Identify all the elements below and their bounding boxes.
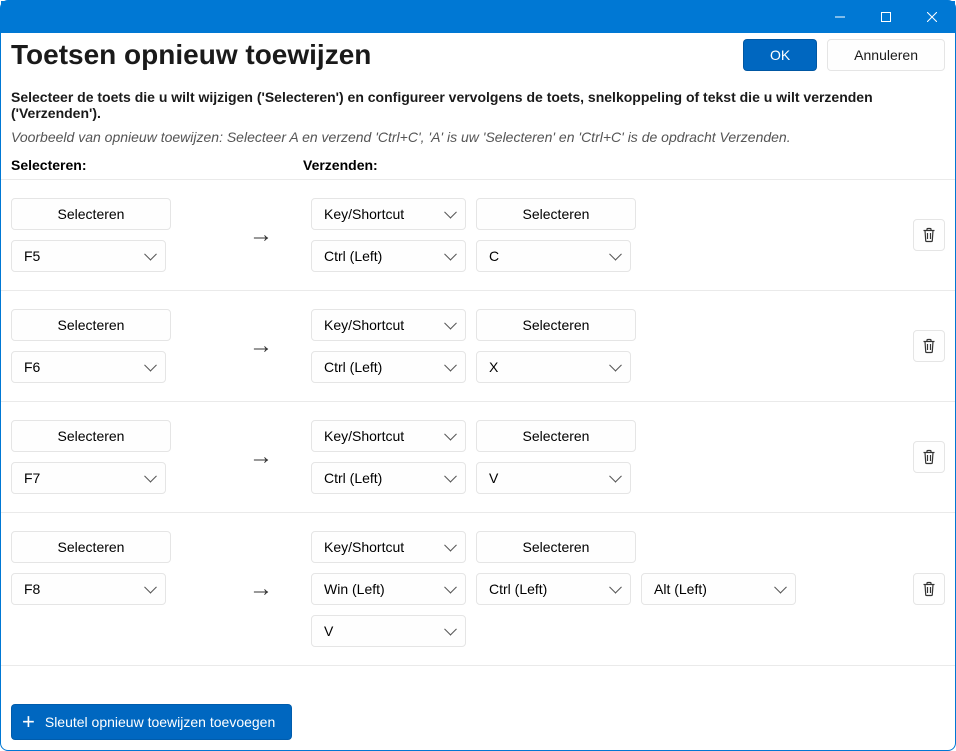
- select-key-button[interactable]: Selecteren: [11, 531, 171, 563]
- remap-select-column: Selecteren F7: [11, 420, 211, 494]
- send-top-row: Key/Shortcut Selecteren: [311, 531, 885, 563]
- send-top-row: Key/Shortcut Selecteren: [311, 309, 885, 341]
- remap-delete-column: [885, 330, 945, 362]
- arrow-icon: →: [211, 575, 311, 603]
- remap-select-column: Selecteren F5: [11, 198, 211, 272]
- instructions: Selecteer de toets die u wilt wijzigen (…: [1, 79, 955, 149]
- send-key-combo[interactable]: V: [311, 615, 466, 647]
- delete-remap-button[interactable]: [913, 219, 945, 251]
- remap-delete-column: [885, 219, 945, 251]
- remap-send-column: Key/Shortcut Selecteren Win (Left) Ctrl (Le…: [311, 531, 885, 647]
- remap-row: Selecteren F7 →Key/Shortcut Selecteren Ctrl …: [1, 401, 955, 512]
- send-keys-row: Ctrl (Left) X: [311, 351, 885, 383]
- send-key-combo[interactable]: Ctrl (Left): [476, 573, 631, 605]
- arrow-icon: →: [211, 221, 311, 249]
- close-button[interactable]: [909, 1, 955, 33]
- remap-send-column: Key/Shortcut Selecteren Ctrl (Left) C: [311, 198, 885, 272]
- send-select-shortcut-button[interactable]: Selecteren: [476, 531, 636, 563]
- column-headers: Selecteren: Verzenden:: [1, 149, 955, 179]
- send-select-shortcut-button[interactable]: Selecteren: [476, 198, 636, 230]
- send-keys-row: V: [311, 615, 885, 647]
- select-key-button[interactable]: Selecteren: [11, 420, 171, 452]
- dialog-footer: + Sleutel opnieuw toewijzen toevoegen: [1, 694, 955, 750]
- source-key-combo[interactable]: F6: [11, 351, 166, 383]
- send-key-combo[interactable]: V: [476, 462, 631, 494]
- remap-row: Selecteren F5 →Key/Shortcut Selecteren Ctrl …: [1, 179, 955, 290]
- select-key-button[interactable]: Selecteren: [11, 198, 171, 230]
- send-select-shortcut-button[interactable]: Selecteren: [476, 420, 636, 452]
- send-type-combo[interactable]: Key/Shortcut: [311, 198, 466, 230]
- trash-icon: [921, 581, 937, 597]
- dialog-title: Toetsen opnieuw toewijzen: [11, 39, 743, 71]
- send-select-shortcut-button[interactable]: Selecteren: [476, 309, 636, 341]
- source-key-combo[interactable]: F5: [11, 240, 166, 272]
- send-type-combo[interactable]: Key/Shortcut: [311, 420, 466, 452]
- maximize-button[interactable]: [863, 1, 909, 33]
- remap-delete-column: [885, 573, 945, 605]
- send-type-combo[interactable]: Key/Shortcut: [311, 309, 466, 341]
- remap-select-column: Selecteren F6: [11, 309, 211, 383]
- cancel-button[interactable]: Annuleren: [827, 39, 945, 71]
- remap-send-column: Key/Shortcut Selecteren Ctrl (Left) V: [311, 420, 885, 494]
- minimize-icon: [835, 12, 845, 22]
- send-key-combo[interactable]: Ctrl (Left): [311, 351, 466, 383]
- remap-delete-column: [885, 441, 945, 473]
- remap-rows: SelecterenF5→Key/ShortcutSelecterenCtrl …: [1, 179, 955, 694]
- send-key-combo[interactable]: Alt (Left): [641, 573, 796, 605]
- send-keys-row: Win (Left) Ctrl (Left) Alt (Left): [311, 573, 885, 605]
- source-key-combo[interactable]: F7: [11, 462, 166, 494]
- trash-icon: [921, 449, 937, 465]
- add-remap-label: Sleutel opnieuw toewijzen toevoegen: [45, 714, 275, 730]
- instructions-example: Voorbeeld van opnieuw toewijzen: Selecte…: [11, 129, 945, 145]
- minimize-button[interactable]: [817, 1, 863, 33]
- send-top-row: Key/Shortcut Selecteren: [311, 420, 885, 452]
- send-keys-row: Ctrl (Left) C: [311, 240, 885, 272]
- plus-icon: +: [22, 711, 35, 733]
- column-header-send: Verzenden:: [303, 157, 378, 173]
- remap-select-column: Selecteren F8: [11, 531, 211, 605]
- dialog-header: Toetsen opnieuw toewijzen OK Annuleren: [1, 33, 955, 79]
- arrow-icon: →: [211, 332, 311, 360]
- send-key-combo[interactable]: X: [476, 351, 631, 383]
- delete-remap-button[interactable]: [913, 441, 945, 473]
- column-header-select: Selecteren:: [11, 157, 303, 173]
- close-icon: [927, 12, 937, 22]
- delete-remap-button[interactable]: [913, 573, 945, 605]
- arrow-icon: →: [211, 443, 311, 471]
- remap-send-column: Key/Shortcut Selecteren Ctrl (Left) X: [311, 309, 885, 383]
- trash-icon: [921, 338, 937, 354]
- remap-row: Selecteren F6 →Key/Shortcut Selecteren Ctrl …: [1, 290, 955, 401]
- send-key-combo[interactable]: Ctrl (Left): [311, 462, 466, 494]
- add-remap-button[interactable]: + Sleutel opnieuw toewijzen toevoegen: [11, 704, 292, 740]
- remap-row: Selecteren F8 →Key/Shortcut Selecteren Win (…: [1, 512, 955, 666]
- source-key-combo[interactable]: F8: [11, 573, 166, 605]
- ok-button[interactable]: OK: [743, 39, 817, 71]
- trash-icon: [921, 227, 937, 243]
- send-keys-row: Ctrl (Left) V: [311, 462, 885, 494]
- window-titlebar: [1, 1, 955, 33]
- instructions-main: Selecteer de toets die u wilt wijzigen (…: [11, 89, 945, 121]
- send-type-combo[interactable]: Key/Shortcut: [311, 531, 466, 563]
- send-key-combo[interactable]: Ctrl (Left): [311, 240, 466, 272]
- send-key-combo[interactable]: Win (Left): [311, 573, 466, 605]
- maximize-icon: [881, 12, 891, 22]
- send-top-row: Key/Shortcut Selecteren: [311, 198, 885, 230]
- send-key-combo[interactable]: C: [476, 240, 631, 272]
- select-key-button[interactable]: Selecteren: [11, 309, 171, 341]
- delete-remap-button[interactable]: [913, 330, 945, 362]
